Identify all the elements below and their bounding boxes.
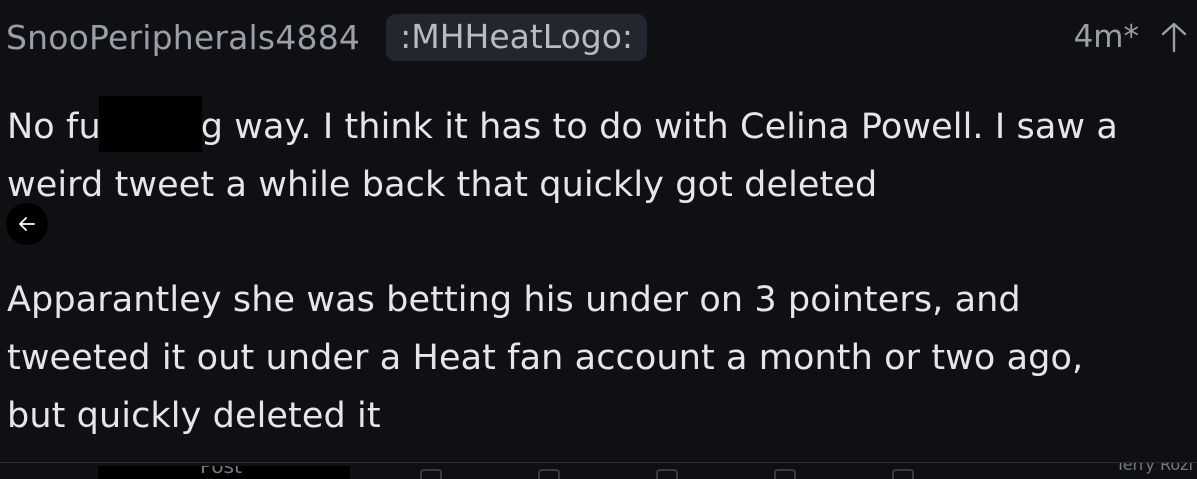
arrow-up-icon[interactable] — [1161, 21, 1187, 53]
comment-text-line: weird tweet a while back that quickly go… — [7, 165, 878, 205]
more-icon[interactable] — [892, 469, 914, 479]
comment-icon[interactable] — [420, 469, 442, 479]
comment-screen: SnooPeripherals4884 :MHHeatLogo: 4m* No … — [0, 0, 1197, 479]
bookmark-icon[interactable] — [774, 469, 796, 479]
redaction-box — [98, 96, 202, 152]
comment-timestamp: 4m* — [1073, 19, 1139, 55]
comment-text-fragment: g way. I think it has to do with Celina … — [200, 107, 1118, 147]
comment-text-fragment: No fu — [7, 107, 101, 147]
comment-text-line: but quickly deleted it — [7, 396, 381, 436]
user-flair-badge: :MHHeatLogo: — [386, 13, 648, 61]
comment-author[interactable]: SnooPeripherals4884 — [6, 18, 360, 57]
bottom-right-label: Terry Rozi — [1115, 462, 1193, 474]
comment-header: SnooPeripherals4884 :MHHeatLogo: 4m* — [6, 8, 1187, 66]
arrow-left-icon — [19, 217, 35, 231]
comment-body: No fu g way. I think it has to do with Ce… — [7, 96, 1193, 445]
share-icon[interactable] — [538, 469, 560, 479]
comment-paragraph-2: Apparantley she was betting his under on… — [7, 271, 1193, 445]
toolbar-icons — [420, 469, 914, 479]
bottom-toolbar: Post Terry Rozi — [0, 462, 1197, 479]
tab-post[interactable]: Post — [98, 466, 350, 479]
comment-text-line: tweeted it out under a Heat fan account … — [7, 338, 1084, 378]
comment-paragraph-1: No fu g way. I think it has to do with Ce… — [7, 96, 1193, 214]
heart-icon[interactable] — [656, 469, 678, 479]
comment-text-line: Apparantley she was betting his under on… — [7, 280, 1021, 320]
back-button[interactable] — [6, 203, 48, 245]
tab-post-label: Post — [200, 466, 242, 478]
